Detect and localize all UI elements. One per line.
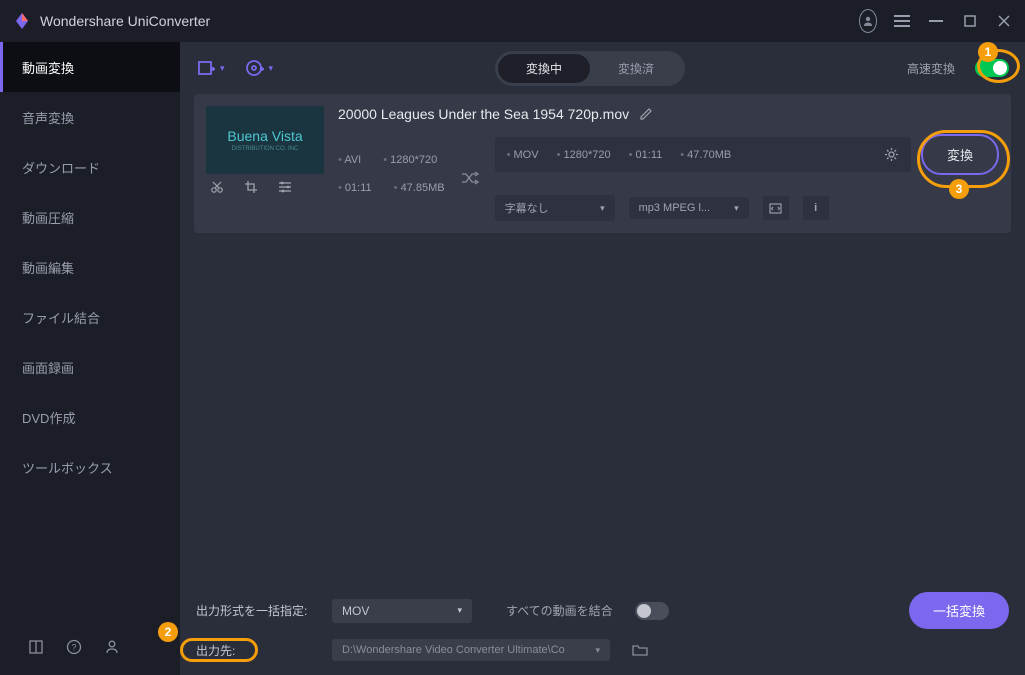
book-icon[interactable] (28, 639, 44, 655)
app-logo-icon (12, 11, 32, 31)
sidebar-item-label: 動画編集 (22, 258, 74, 277)
sidebar-item-label: DVD作成 (22, 408, 75, 427)
sidebar-item-label: ダウンロード (22, 158, 100, 177)
sidebar-item-label: ファイル結合 (22, 308, 100, 327)
tab-converted[interactable]: 変換済 (590, 54, 682, 83)
close-icon[interactable] (995, 12, 1013, 30)
tab-converting[interactable]: 変換中 (498, 54, 590, 83)
output-format-select[interactable]: MOV▾ (332, 599, 472, 623)
sidebar-item-label: 動画圧縮 (22, 208, 74, 227)
subtitle-select[interactable]: 字幕なし▾ (495, 195, 615, 221)
dst-size: 47.70MB (680, 149, 731, 161)
file-name: 20000 Leagues Under the Sea 1954 720p.mo… (338, 106, 629, 122)
chevron-down-icon: ▾ (595, 645, 600, 656)
menu-icon[interactable] (893, 12, 911, 30)
merge-toggle[interactable] (635, 602, 669, 620)
dst-duration: 01:11 (629, 149, 663, 161)
user2-icon[interactable] (104, 639, 120, 655)
info-button[interactable]: i (803, 196, 829, 220)
svg-text:?: ? (71, 643, 76, 653)
sidebar-item-label: 画面録画 (22, 358, 74, 377)
fast-convert-toggle[interactable] (975, 59, 1009, 77)
sidebar-item-record[interactable]: 画面録画 (0, 342, 180, 392)
batch-convert-button[interactable]: 一括変換 (909, 592, 1009, 629)
sidebar-item-download[interactable]: ダウンロード (0, 142, 180, 192)
sidebar-item-audio-convert[interactable]: 音声変換 (0, 92, 180, 142)
dst-resolution: 1280*720 (557, 149, 611, 161)
sidebar-item-video-convert[interactable]: 動画変換 (0, 42, 180, 92)
chevron-down-icon: ▾ (600, 203, 605, 214)
src-size: 47.85MB (394, 182, 445, 194)
chevron-down-icon: ▾ (220, 63, 225, 74)
dst-format: MOV (507, 149, 539, 161)
sidebar-item-dvd[interactable]: DVD作成 (0, 392, 180, 442)
chevron-down-icon: ▾ (734, 203, 739, 214)
maximize-icon[interactable] (961, 12, 979, 30)
shuffle-icon (461, 170, 479, 186)
video-thumbnail[interactable]: Buena Vista DISTRIBUTION CO. INC (206, 106, 324, 174)
expand-icon[interactable] (763, 196, 789, 220)
minimize-icon[interactable] (927, 12, 945, 30)
src-resolution: 1280*720 (383, 154, 437, 166)
merge-label: すべての動画を結合 (506, 602, 613, 619)
sidebar-item-merge[interactable]: ファイル結合 (0, 292, 180, 342)
sidebar-item-toolbox[interactable]: ツールボックス (0, 442, 180, 492)
src-duration: 01:11 (338, 182, 372, 194)
status-tabs: 変換中 変換済 (495, 51, 685, 86)
trim-icon[interactable] (210, 180, 224, 194)
fast-convert-label: 高速変換 (907, 60, 955, 77)
sidebar-item-label: 音声変換 (22, 108, 74, 127)
open-folder-icon[interactable] (632, 643, 648, 657)
output-settings-icon[interactable] (884, 147, 899, 162)
user-icon[interactable] (859, 12, 877, 30)
app-title: Wondershare UniConverter (40, 13, 859, 29)
chevron-down-icon: ▾ (269, 63, 274, 74)
effects-icon[interactable] (278, 180, 292, 194)
crop-icon[interactable] (244, 180, 258, 194)
output-format-label: 出力形式を一括指定: (196, 602, 318, 619)
add-file-icon[interactable]: ▾ (196, 58, 225, 78)
src-format: AVI (338, 154, 361, 166)
output-path-select[interactable]: D:\Wondershare Video Converter Ultimate\… (332, 639, 610, 661)
sidebar-item-label: 動画変換 (22, 58, 74, 77)
add-disc-icon[interactable]: ▾ (245, 58, 274, 78)
output-path-label: 出力先: (196, 642, 318, 659)
sidebar-item-label: ツールボックス (22, 458, 113, 477)
edit-name-icon[interactable] (639, 107, 653, 121)
sidebar-item-edit[interactable]: 動画編集 (0, 242, 180, 292)
chevron-down-icon: ▾ (457, 605, 462, 616)
audio-select[interactable]: mp3 MPEG l...▾ (629, 197, 749, 219)
help-icon[interactable]: ? (66, 639, 82, 655)
sidebar-item-compress[interactable]: 動画圧縮 (0, 192, 180, 242)
file-row: Buena Vista DISTRIBUTION CO. INC 20000 L… (194, 94, 1011, 233)
convert-button[interactable]: 変換 (921, 134, 999, 175)
